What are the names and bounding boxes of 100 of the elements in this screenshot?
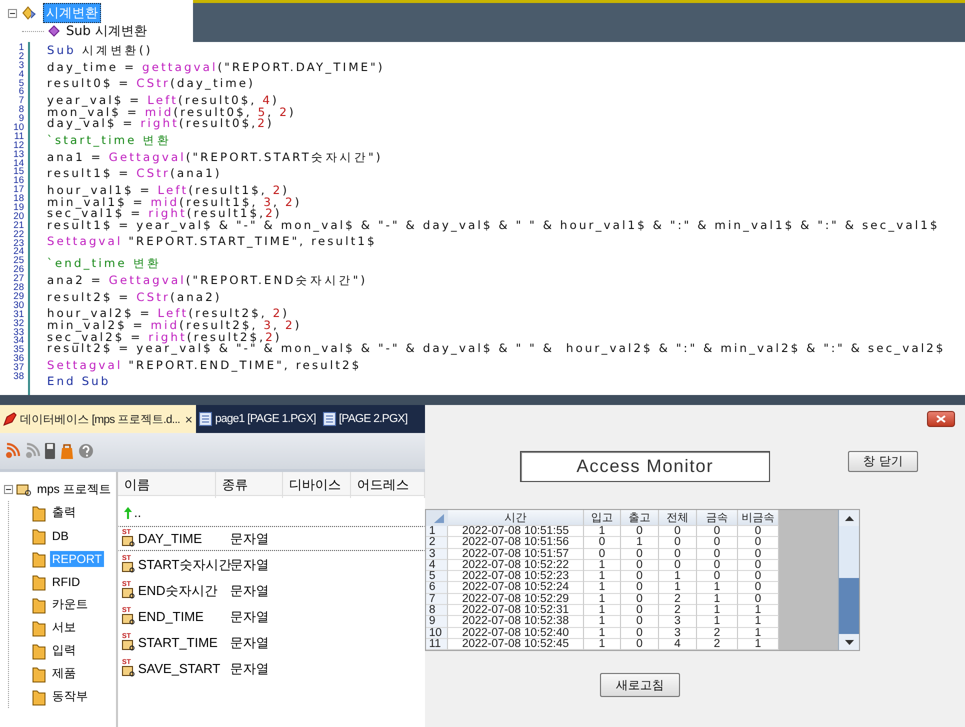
table-cell: 0 xyxy=(697,548,738,560)
table-cell: 0 xyxy=(621,616,659,628)
scrollbar-thumb[interactable] xyxy=(839,578,859,634)
tab[interactable]: [PAGE 2.PGX] xyxy=(320,405,412,433)
row-number: 6 xyxy=(426,582,448,594)
tab[interactable]: 데이터베이스 [mps 프로젝트.d... × xyxy=(0,405,196,433)
line-number: 16 xyxy=(13,177,24,186)
line-number: 25 xyxy=(13,257,24,266)
table-icon xyxy=(16,482,32,496)
tree-item[interactable]: 동작부 xyxy=(50,687,90,706)
close-button[interactable] xyxy=(927,411,955,427)
code-line: min_val1$ = mid(result1$, 3, 2) xyxy=(47,196,302,208)
tree-item[interactable]: 카운트 xyxy=(50,595,90,614)
column-header[interactable]: 디바이스 xyxy=(283,472,351,498)
table-cell: 2 xyxy=(697,628,738,639)
table-cell: 1 xyxy=(738,605,779,616)
line-number: 6 xyxy=(18,88,24,98)
tree-item[interactable]: mps 프로젝트 xyxy=(35,480,114,499)
table-cell: 1 xyxy=(659,582,697,594)
scrollbar[interactable] xyxy=(838,510,859,650)
table-cell: 0 xyxy=(621,548,659,560)
table-cell: 1 xyxy=(621,537,659,549)
code-line: Settagval "REPORT.START_TIME", result1$ xyxy=(47,236,377,248)
table-cell: 1 xyxy=(697,616,738,628)
tree-item[interactable]: DB xyxy=(50,528,71,544)
code-line: Settagval "REPORT.END_TIME", result2$ xyxy=(47,360,362,372)
table-cell: 0 xyxy=(697,560,738,572)
code-line: result2$ = year_val$ & "-" & mon_val$ & "-" & day_val$ & " " & hour_val2$ & ":" & min_val2$ & ":" & sec_val2$ xyxy=(47,343,946,355)
table-cell: 0 xyxy=(738,548,779,560)
table-cell: 1 xyxy=(584,526,621,538)
code-line: year_val$ = Left(result0$, 4) xyxy=(47,95,279,107)
monitor-title: Access Monitor xyxy=(520,451,770,482)
table-cell: 0 xyxy=(621,594,659,606)
table-cell: 1 xyxy=(697,582,738,594)
code-line: sec_val1$ = right(result1$,2) xyxy=(47,208,282,220)
code-line: End Sub xyxy=(47,376,110,388)
bag-icon[interactable] xyxy=(60,442,74,460)
broadcast-icon[interactable] xyxy=(4,442,20,460)
line-number: 29 xyxy=(13,292,24,302)
table-cell: 1 xyxy=(584,560,621,572)
code-line: result2$ = CStr(ana2) xyxy=(47,292,222,304)
folder-icon xyxy=(31,664,47,682)
line-number: 31 xyxy=(13,310,24,320)
table-cell: 1 xyxy=(738,638,779,650)
line-number: 14 xyxy=(13,160,24,168)
table-cell: 1 xyxy=(697,594,738,606)
table-cell: 2022-07-08 10:52:22 xyxy=(448,560,584,572)
line-number: 26 xyxy=(13,266,24,276)
tag-type: 문자열 xyxy=(230,530,269,548)
table-cell: 0 xyxy=(621,582,659,594)
tag-name: START_TIME xyxy=(138,635,219,650)
line-number: 5 xyxy=(18,80,24,88)
column-header: 금속 xyxy=(697,510,738,526)
tag-type: 문자열 xyxy=(230,582,269,600)
tree-item[interactable]: 서보 xyxy=(50,618,78,637)
tree-item[interactable]: 제품 xyxy=(50,664,78,683)
table-cell: 0 xyxy=(738,537,779,549)
table-cell: 2022-07-08 10:52:45 xyxy=(448,638,584,650)
close-tab-button[interactable]: × xyxy=(185,412,192,426)
tag-icon xyxy=(122,666,135,677)
tag-icon xyxy=(122,536,135,547)
row-number: 10 xyxy=(426,628,448,639)
line-number: 8 xyxy=(18,106,24,116)
table-cell: 2 xyxy=(659,605,697,616)
table-cell: 1 xyxy=(697,605,738,616)
column-header[interactable]: 이름 xyxy=(118,472,216,498)
corner-icon xyxy=(426,510,448,526)
table-cell: 1 xyxy=(659,571,697,582)
tree-item[interactable]: Sub 시계변환 xyxy=(64,22,149,40)
table-cell: 0 xyxy=(621,526,659,538)
table-cell: 2 xyxy=(697,638,738,650)
document-icon xyxy=(322,412,336,426)
close-icon xyxy=(936,415,946,423)
table-cell: 0 xyxy=(621,605,659,616)
folder-icon xyxy=(31,688,47,706)
tag-type: 문자열 xyxy=(230,660,269,678)
line-number: 4 xyxy=(18,70,24,80)
table-cell: 0 xyxy=(659,560,697,572)
help-icon[interactable] xyxy=(78,442,94,460)
column-header: 입고 xyxy=(584,510,621,526)
table-cell: 2022-07-08 10:51:55 xyxy=(448,526,584,538)
tab[interactable]: page1 [PAGE 1.PGX] xyxy=(196,405,320,433)
table-cell: 0 xyxy=(697,526,738,538)
table-cell: 1 xyxy=(584,594,621,606)
tree-item[interactable]: 입력 xyxy=(50,641,78,660)
line-number: 22 xyxy=(13,230,24,240)
table-cell: 2022-07-08 10:52:24 xyxy=(448,582,584,594)
tree-item[interactable]: 출력 xyxy=(50,503,78,522)
column-header: 비금속 xyxy=(738,510,779,526)
code-line: result0$ = CStr(day_time) xyxy=(47,78,256,90)
table-cell: 0 xyxy=(738,582,779,594)
table-cell: 0 xyxy=(697,571,738,582)
parent-folder-item[interactable]: .. xyxy=(134,505,142,520)
column-header[interactable]: 종류 xyxy=(216,472,283,498)
code-line: sec_val2$ = right(result2$,2) xyxy=(47,332,282,344)
refresh-button[interactable]: 새로고침 xyxy=(600,673,680,697)
tree-item[interactable]: RFID xyxy=(50,574,82,590)
close-window-button[interactable]: 창 닫기 xyxy=(848,451,918,472)
save-icon[interactable] xyxy=(44,442,56,460)
line-number: 37 xyxy=(13,364,24,373)
